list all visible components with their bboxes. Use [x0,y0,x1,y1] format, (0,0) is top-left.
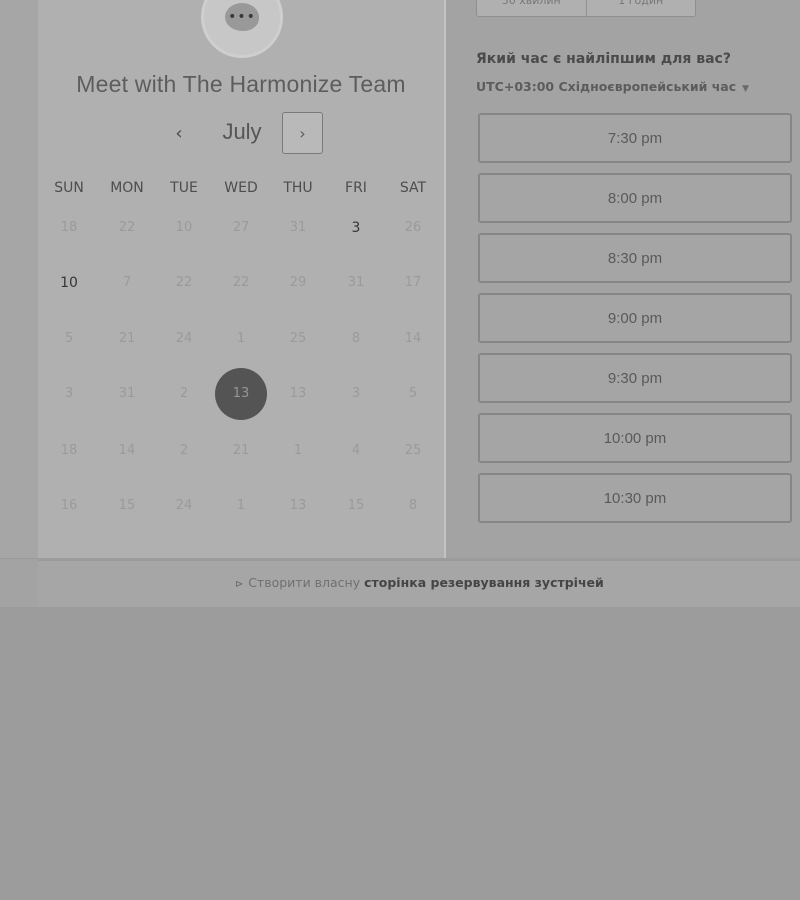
calendar-day[interactable]: 2 [164,439,204,463]
calendar-day[interactable]: 3 [336,216,376,240]
time-slot-button[interactable]: 8:30 pm [478,233,792,283]
weekday-sat: SAT [399,180,427,196]
calendar-day[interactable]: 7 [107,271,147,295]
calendar-day[interactable]: 5 [49,327,89,351]
weekday-mon: MON [110,180,144,196]
month-label: July [222,119,262,144]
calendar-day[interactable]: 18 [49,439,89,463]
month-navigation: ‹ July › [38,112,444,154]
calendar-day[interactable]: 1 [221,494,261,518]
calendar-day[interactable]: 1 [278,439,318,463]
calendar-day[interactable]: 21 [221,439,261,463]
tab-duration-60[interactable]: 1 годин [585,0,696,16]
calendar-day[interactable]: 8 [336,327,376,351]
calendar-day[interactable]: 25 [278,327,318,351]
calendar-day[interactable]: 15 [107,494,147,518]
calendar-link-icon: ⊳ [235,579,244,590]
next-month-button[interactable]: › [282,112,323,154]
tab-duration-30[interactable]: 30 хвилин [477,0,586,16]
calendar-day[interactable]: 13 [278,494,318,518]
calendar-day[interactable]: 22 [107,216,147,240]
calendar-day[interactable]: 10 [49,271,89,295]
chevron-left-icon: ‹ [175,122,183,144]
caret-down-icon: ▼ [742,84,750,94]
calendar-day[interactable]: 14 [393,327,433,351]
calendar-day[interactable]: 15 [336,494,376,518]
time-slot-button[interactable]: 9:30 pm [478,353,792,403]
calendar-day[interactable]: 24 [164,327,204,351]
weekday-wed: WED [224,180,258,196]
page-title: Meet with The Harmonize Team [76,71,406,97]
footer-text: ⊳ Створити власну сторінка резервування з… [38,575,800,590]
avatar: ••• [201,0,283,58]
chevron-right-icon: › [299,123,306,143]
prev-month-button[interactable]: ‹ [164,120,194,146]
duration-tabs: 30 хвилин 1 годин [476,0,696,17]
calendar-day[interactable]: 21 [107,327,147,351]
calendar-day[interactable]: 31 [336,271,376,295]
calendar-day[interactable]: 22 [164,271,204,295]
calendar-day[interactable]: 31 [107,382,147,406]
calendar-day[interactable]: 17 [393,271,433,295]
calendar-day[interactable]: 25 [393,439,433,463]
footer: ⊳ Створити власну сторінка резервування з… [38,560,800,607]
calendar-day[interactable]: 31 [278,216,318,240]
footer-link[interactable]: сторінка резервування зустрічей [364,575,604,590]
time-question: Який час є найліпшим для вас? [476,51,731,67]
calendar-day[interactable]: 3 [49,382,89,406]
weekday-header: SUN MON TUE WED THU FRI SAT [38,180,444,200]
calendar-day[interactable]: 14 [107,439,147,463]
calendar-day[interactable]: 13 [278,382,318,406]
time-slot-button[interactable]: 8:00 pm [478,173,792,223]
timezone-selector[interactable]: UTC+03:00 Східноєвропейський час ▼ [476,79,749,94]
weekday-sun: SUN [54,180,84,196]
calendar-day[interactable]: 2 [164,382,204,406]
calendar-day[interactable]: 16 [49,494,89,518]
chat-bubble-icon: ••• [225,3,259,31]
calendar-day[interactable]: 27 [221,216,261,240]
calendar-day[interactable]: 29 [278,271,318,295]
weekday-tue: TUE [170,180,198,196]
calendar-day[interactable]: 10 [164,216,204,240]
calendar-day[interactable]: 18 [49,216,89,240]
time-slot-button[interactable]: 10:00 pm [478,413,792,463]
calendar-day[interactable]: 1 [221,327,261,351]
calendar-day-selected[interactable]: 13 [215,368,267,420]
time-selection-area: 30 хвилин 1 годин Який час є найліпшим д… [446,0,800,558]
weekday-thu: THU [283,180,313,196]
left-background-band [0,0,38,558]
left-background-band-lower [0,558,38,607]
calendar-day[interactable]: 5 [393,382,433,406]
time-slot-button[interactable]: 9:00 pm [478,293,792,343]
calendar-day[interactable]: 4 [336,439,376,463]
time-slot-button[interactable]: 10:30 pm [478,473,792,523]
calendar-panel: ••• Meet with The Harmonize Team ‹ July … [38,0,446,558]
calendar-day[interactable]: 3 [336,382,376,406]
footer-prefix: Створити власну [248,575,361,590]
weekday-fri: FRI [345,180,367,196]
calendar-day[interactable]: 8 [393,494,433,518]
calendar-day[interactable]: 24 [164,494,204,518]
calendar-day[interactable]: 22 [221,271,261,295]
time-slot-button[interactable]: 7:30 pm [478,113,792,163]
calendar-day[interactable]: 26 [393,216,433,240]
timezone-label: UTC+03:00 Східноєвропейський час [476,79,737,94]
